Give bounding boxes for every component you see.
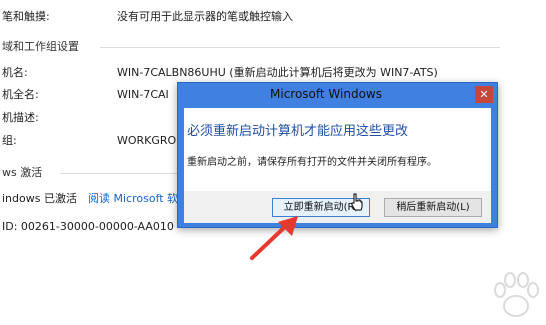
restart-later-button[interactable]: 稍后重新启动(L) — [384, 198, 482, 217]
dialog-title: Microsoft Windows — [270, 87, 382, 101]
close-button[interactable]: ✕ — [475, 86, 493, 103]
activation-section-title: ws 激活 — [2, 166, 43, 179]
dialog-footer: 立即重新启动(R) 稍后重新启动(L) — [184, 191, 491, 223]
restart-dialog: Microsoft Windows ✕ 必须重新启动计算机才能应用这些更改 重新… — [177, 82, 498, 228]
dialog-heading: 必须重新启动计算机才能应用这些更改 — [187, 124, 409, 139]
full-name-value: WIN-7CAI — [117, 88, 169, 101]
workgroup-label: 组: — [2, 134, 17, 147]
dialog-body: 必须重新启动计算机才能应用这些更改 重新启动之前，请保存所有打开的文件并关闭所有… — [184, 108, 491, 191]
dialog-message: 重新启动之前，请保存所有打开的文件并关闭所有程序。 — [187, 157, 437, 168]
red-arrow-icon — [250, 216, 298, 260]
paw-watermark-icon — [494, 272, 539, 317]
workgroup-value: WORKGRO — [117, 134, 177, 147]
computer-description-label: 机描述: — [2, 111, 39, 124]
product-id: ID: 00261-30000-00000-AA010 — [2, 220, 174, 233]
pointer-cursor-icon — [351, 193, 363, 211]
computer-name-label: 机名: — [2, 66, 28, 79]
computer-name-value: WIN-7CALBN86UHU (重新启动此计算机后将更改为 WIN7-ATS) — [117, 66, 438, 79]
section-divider — [100, 47, 500, 48]
activation-status: indows 已激活 — [2, 192, 77, 205]
computer-section-title: 域和工作组设置 — [2, 40, 79, 53]
license-terms-link[interactable]: 阅读 Microsoft 软件 — [88, 192, 189, 206]
full-name-label: 机全名: — [2, 88, 39, 101]
pen-touch-value: 没有可用于此显示器的笔或触控输入 — [117, 10, 293, 23]
pen-touch-label: 笔和触摸: — [2, 10, 50, 23]
system-properties-page: 笔和触摸: 没有可用于此显示器的笔或触控输入 域和工作组设置 机名: WIN-7… — [0, 0, 546, 325]
dialog-titlebar[interactable]: Microsoft Windows ✕ — [178, 83, 497, 107]
activation-divider — [60, 173, 180, 174]
